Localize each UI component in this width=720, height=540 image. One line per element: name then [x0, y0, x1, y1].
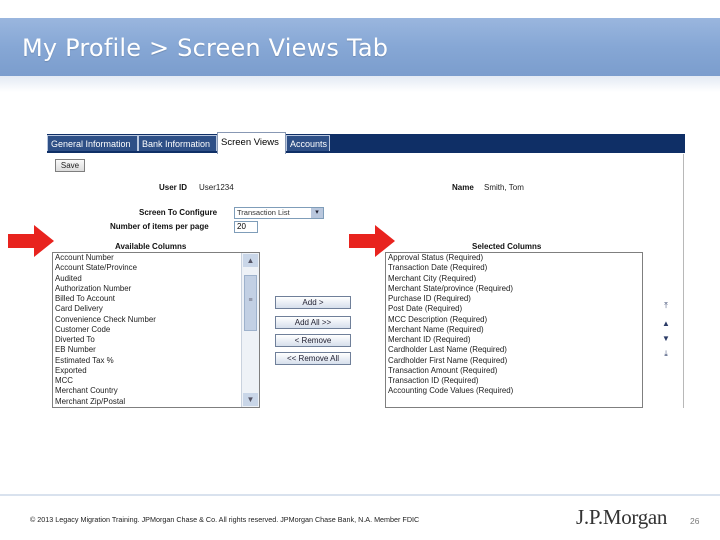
- list-item[interactable]: MCC Description (Required): [386, 315, 642, 325]
- list-item[interactable]: Merchant State/province (Required): [386, 284, 642, 294]
- name-value: Smith, Tom: [484, 183, 524, 192]
- list-item[interactable]: Transaction Date (Required): [386, 263, 642, 273]
- move-to-top-icon[interactable]: ⤒: [661, 302, 671, 310]
- available-list-scrollbar[interactable]: ▲ ≡ ▼: [241, 253, 259, 407]
- chevron-down-icon[interactable]: ▾: [311, 208, 323, 218]
- list-item[interactable]: Merchant Zip/Postal: [53, 397, 259, 407]
- list-item[interactable]: Merchant Country: [53, 386, 259, 396]
- available-columns-list[interactable]: Account Number Account State/Province Au…: [52, 252, 260, 408]
- slide-title: My Profile > Screen Views Tab: [22, 34, 389, 62]
- add-all-button[interactable]: Add All >>: [275, 316, 351, 329]
- list-item[interactable]: Transaction ID (Required): [386, 376, 642, 386]
- list-item[interactable]: Account State/Province: [53, 263, 259, 273]
- selected-columns-list[interactable]: Approval Status (Required) Transaction D…: [385, 252, 643, 408]
- tab-bank-information[interactable]: Bank Information: [138, 135, 217, 151]
- list-item[interactable]: Diverted To: [53, 335, 259, 345]
- items-per-page-input[interactable]: 20: [234, 221, 258, 233]
- available-columns-label: Available Columns: [115, 242, 187, 251]
- scroll-thumb[interactable]: ≡: [244, 275, 257, 331]
- move-up-icon[interactable]: ▲: [661, 320, 671, 328]
- list-item[interactable]: Estimated Tax %: [53, 356, 259, 366]
- list-item[interactable]: Accounting Code Values (Required): [386, 386, 642, 396]
- move-down-icon[interactable]: ▼: [661, 335, 671, 343]
- scroll-up-icon[interactable]: ▲: [243, 254, 258, 267]
- list-item[interactable]: Convenience Check Number: [53, 315, 259, 325]
- list-item[interactable]: Cardholder First Name (Required): [386, 356, 642, 366]
- list-item[interactable]: Post Date (Required): [386, 304, 642, 314]
- scroll-down-icon[interactable]: ▼: [243, 393, 258, 406]
- move-to-bottom-icon[interactable]: ⤓: [661, 350, 671, 358]
- list-item[interactable]: Audited: [53, 274, 259, 284]
- profile-app-window: General Information Bank Information Scr…: [47, 132, 685, 408]
- tab-screen-views[interactable]: Screen Views: [217, 132, 286, 154]
- selected-columns-label: Selected Columns: [472, 242, 542, 251]
- add-button[interactable]: Add >: [275, 296, 351, 309]
- screen-views-panel: Save User ID User1234 Name Smith, Tom Sc…: [47, 154, 684, 408]
- screen-to-configure-select[interactable]: Transaction List ▾: [234, 207, 324, 219]
- name-label: Name: [452, 183, 474, 192]
- list-item[interactable]: Cardholder Last Name (Required): [386, 345, 642, 355]
- list-item[interactable]: EB Number: [53, 345, 259, 355]
- items-per-page-label: Number of items per page: [110, 222, 209, 231]
- list-item[interactable]: Merchant ID (Required): [386, 335, 642, 345]
- screen-to-configure-label: Screen To Configure: [139, 208, 218, 217]
- list-item[interactable]: Billed To Account: [53, 294, 259, 304]
- screen-to-configure-value: Transaction List: [237, 208, 290, 217]
- user-id-value: User1234: [199, 183, 234, 192]
- list-item[interactable]: Card Delivery: [53, 304, 259, 314]
- list-item[interactable]: Merchant City (Required): [386, 274, 642, 284]
- slide-header-strip: [0, 76, 720, 92]
- list-item[interactable]: Customer Code: [53, 325, 259, 335]
- user-id-label: User ID: [159, 183, 188, 192]
- list-item[interactable]: Authorization Number: [53, 284, 259, 294]
- tab-general-information[interactable]: General Information: [47, 135, 138, 151]
- list-item[interactable]: Account Number: [53, 253, 259, 263]
- save-button[interactable]: Save: [55, 159, 85, 172]
- list-item[interactable]: MCC: [53, 376, 259, 386]
- footer-divider: [0, 494, 720, 496]
- list-item[interactable]: Purchase ID (Required): [386, 294, 642, 304]
- page-number: 26: [690, 516, 700, 526]
- remove-button[interactable]: < Remove: [275, 334, 351, 347]
- list-item[interactable]: Merchant Name (Required): [386, 325, 642, 335]
- list-item[interactable]: Transaction Amount (Required): [386, 366, 642, 376]
- jpmorgan-logo: J.P.Morgan: [576, 505, 668, 529]
- tab-accounts[interactable]: Accounts: [286, 135, 330, 151]
- remove-all-button[interactable]: << Remove All: [275, 352, 351, 365]
- footer-copyright: © 2013 Legacy Migration Training. JPMorg…: [30, 515, 420, 524]
- list-item[interactable]: Approval Status (Required): [386, 253, 642, 263]
- list-item[interactable]: Exported: [53, 366, 259, 376]
